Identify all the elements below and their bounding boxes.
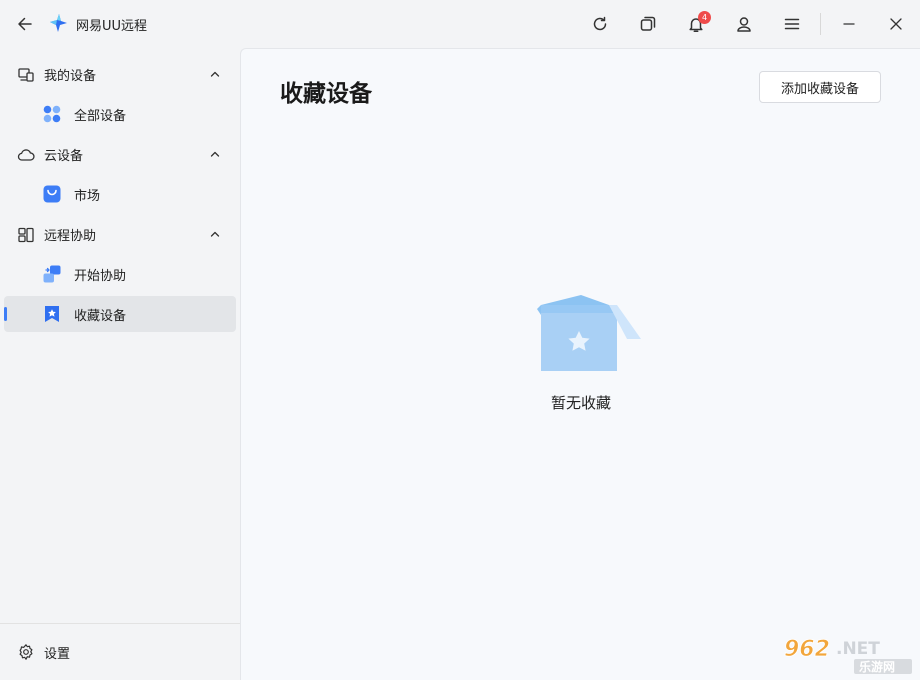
close-icon[interactable] bbox=[884, 12, 908, 36]
market-bag-icon bbox=[42, 184, 62, 204]
sidebar-group-label: 远程协助 bbox=[44, 229, 97, 244]
windows-icon[interactable] bbox=[636, 12, 660, 36]
refresh-icon[interactable] bbox=[588, 12, 612, 36]
sidebar-group-cloud-devices[interactable]: 云设备 bbox=[4, 136, 236, 172]
settings-button[interactable]: 设置 bbox=[4, 634, 236, 670]
sidebar-item-favorite-devices[interactable]: 收藏设备 bbox=[4, 296, 236, 332]
settings-label: 设置 bbox=[44, 647, 71, 662]
empty-state-text: 暂无收藏 bbox=[550, 394, 611, 412]
sidebar: 我的设备 全部设备 云设备 市场 远程协助 开始协助 收藏设备 设置 bbox=[0, 48, 240, 680]
sidebar-group-label: 云设备 bbox=[44, 149, 84, 164]
active-indicator bbox=[4, 307, 7, 321]
sidebar-item-start-assist[interactable]: 开始协助 bbox=[4, 256, 236, 292]
svg-text:.NET: .NET bbox=[836, 639, 880, 659]
sidebar-item-market[interactable]: 市场 bbox=[4, 176, 236, 212]
titlebar-divider bbox=[820, 13, 821, 35]
all-devices-icon bbox=[42, 104, 62, 124]
user-icon[interactable] bbox=[732, 12, 756, 36]
svg-text:962: 962 bbox=[784, 637, 830, 662]
sidebar-item-label: 开始协助 bbox=[74, 269, 127, 284]
sidebar-divider bbox=[0, 623, 240, 624]
bookmark-star-icon bbox=[42, 304, 62, 324]
sidebar-item-label: 收藏设备 bbox=[74, 309, 127, 324]
app-logo-icon bbox=[48, 13, 68, 33]
sidebar-group-remote-assist[interactable]: 远程协助 bbox=[4, 216, 236, 252]
remote-assist-icon bbox=[17, 226, 35, 244]
back-arrow-icon[interactable] bbox=[13, 12, 37, 36]
sidebar-group-label: 我的设备 bbox=[44, 69, 97, 84]
sidebar-item-all-devices[interactable]: 全部设备 bbox=[4, 96, 236, 132]
start-assist-icon bbox=[42, 264, 62, 284]
title-bar: 网易UU远程 4 bbox=[0, 0, 920, 48]
chevron-up-icon[interactable] bbox=[208, 66, 222, 80]
app-title: 网易UU远程 bbox=[76, 19, 148, 34]
sidebar-item-label: 全部设备 bbox=[74, 109, 127, 124]
sidebar-group-my-devices[interactable]: 我的设备 bbox=[4, 56, 236, 92]
app-window: 网易UU远程 4 我的设备 全部设备 云设备 市场 远程协助 开始协助 收藏设备… bbox=[0, 0, 920, 680]
add-favorite-device-button[interactable]: 添加收藏设备 bbox=[759, 71, 881, 103]
empty-box-star-icon bbox=[537, 291, 645, 375]
page-title: 收藏设备 bbox=[280, 81, 372, 107]
cloud-icon bbox=[17, 146, 35, 164]
menu-icon[interactable] bbox=[780, 12, 804, 36]
chevron-up-icon[interactable] bbox=[208, 146, 222, 160]
svg-text:乐游网: 乐游网 bbox=[859, 659, 895, 674]
minimize-icon[interactable] bbox=[837, 12, 861, 36]
watermark-logo: 962 .NET 乐游网 bbox=[780, 632, 916, 676]
bell-icon[interactable]: 4 bbox=[684, 11, 711, 36]
gear-icon bbox=[17, 643, 35, 661]
chevron-up-icon[interactable] bbox=[208, 226, 222, 240]
devices-icon bbox=[17, 66, 35, 84]
notification-badge: 4 bbox=[698, 11, 711, 24]
main-panel: 收藏设备 添加收藏设备 暂无收藏 bbox=[240, 48, 920, 680]
sidebar-item-label: 市场 bbox=[74, 189, 101, 204]
